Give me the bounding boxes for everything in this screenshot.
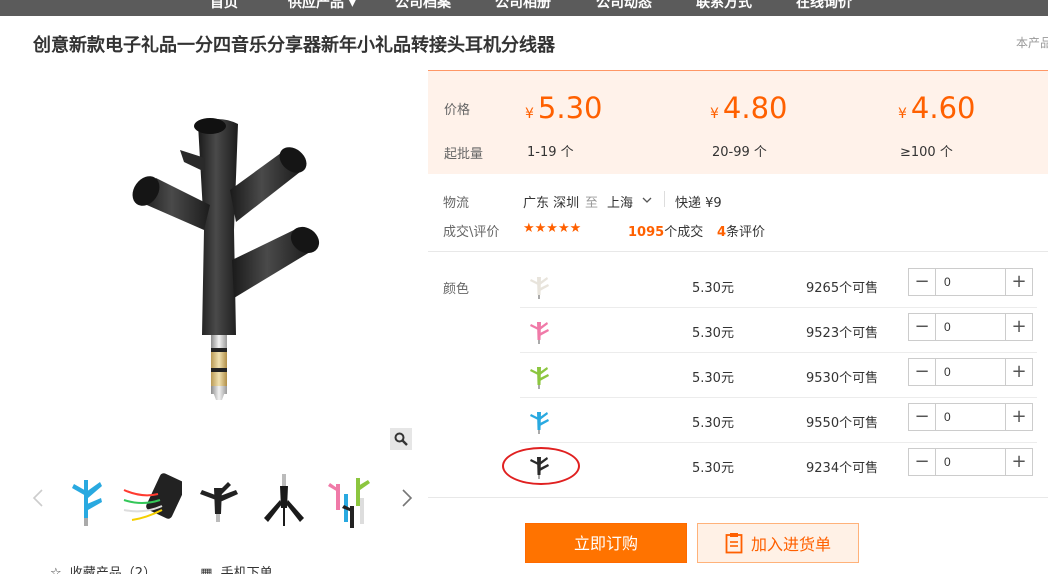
shipping-fee: 快递 ¥9 [675,196,722,211]
price-label: 价格 [444,103,471,118]
nav-item-company-profile[interactable]: 公司档案 [395,0,451,12]
star-outline-icon[interactable]: ☆ [50,566,62,574]
quantity-stepper: −+ [908,448,1033,476]
thumbnail-4[interactable] [254,470,314,530]
thumbnail-strip [28,470,423,530]
rating-stars: ★★★★★ [523,221,582,236]
increment-button[interactable]: + [1005,404,1032,430]
add-to-cart-label: 加入进货单 [750,535,831,554]
decrement-button[interactable]: − [909,359,936,385]
price-tier-2: ¥4.80 [710,91,788,125]
decrement-button[interactable]: − [909,269,936,295]
thumbnail-3[interactable] [188,470,248,530]
deals-count[interactable]: 1095个成交 [628,221,703,240]
sku-row-green: 5.30元9530个可售−+ [520,353,1037,398]
magnifier-icon [394,432,408,446]
sku-row-white: 5.30元9265个可售−+ [520,263,1037,308]
sku-price: 5.30元 [692,371,734,386]
nav-item-products[interactable]: 供应产品 ▾ [288,0,356,12]
highlight-circle-annotation [502,447,580,485]
increment-button[interactable]: + [1005,359,1032,385]
sku-stock: 9523个可售 [806,326,879,341]
quantity-input[interactable] [937,404,1005,430]
add-to-cart-button[interactable]: 加入进货单 [697,523,859,563]
product-main-image[interactable] [110,110,330,410]
batch-tier-2: 20-99 个 [712,145,767,160]
quantity-input[interactable] [937,269,1005,295]
decrement-button[interactable]: − [909,449,936,475]
sku-stock: 9530个可售 [806,371,879,386]
chevron-left-icon[interactable] [32,488,44,508]
batch-tier-3: ≥100 个 [900,145,953,160]
quantity-input[interactable] [937,449,1005,475]
increment-button[interactable]: + [1005,314,1032,340]
quantity-stepper: −+ [908,313,1033,341]
logistics-label: 物流 [443,196,470,211]
decrement-button[interactable]: − [909,404,936,430]
quantity-stepper: −+ [908,403,1033,431]
logistics-to: 至 [585,196,599,211]
quantity-input[interactable] [937,314,1005,340]
thumbnail-2[interactable] [122,470,186,530]
sku-price: 5.30元 [692,416,734,431]
nav-item-company-album[interactable]: 公司相册 [495,0,551,12]
nav-item-inquiry[interactable]: 在线询价 [796,0,852,12]
divider [428,497,1048,498]
clipboard-icon [725,533,743,554]
sku-price: 5.30元 [692,461,734,476]
chevron-right-icon[interactable] [401,488,413,508]
splitter-thumbnail-icon[interactable] [524,361,554,391]
sku-price: 5.30元 [692,326,734,341]
reviews-count[interactable]: 4条评价 [717,221,765,240]
color-label: 颜色 [443,282,470,297]
sku-row-pink: 5.30元9523个可售−+ [520,308,1037,353]
nav-item-home[interactable]: 首页 [210,0,238,12]
sku-row-black: 5.30元9234个可售−+ [520,443,1037,488]
splitter-thumbnail-icon[interactable] [524,316,554,346]
increment-button[interactable]: + [1005,269,1032,295]
quantity-stepper: −+ [908,268,1033,296]
splitter-thumbnail-icon[interactable] [524,406,554,436]
zoom-button[interactable] [390,428,412,450]
chevron-down-icon[interactable] [642,196,652,204]
batch-tier-1: 1-19 个 [527,145,574,160]
quantity-input[interactable] [937,359,1005,385]
sku-row-blue: 5.30元9550个可售−+ [520,398,1037,443]
divider [664,191,665,207]
price-panel: 价格 起批量 ¥5.30 1-19 个 ¥4.80 20-99 个 ¥4.60 … [428,70,1048,174]
increment-button[interactable]: + [1005,449,1032,475]
sku-price: 5.30元 [692,281,734,296]
report-link[interactable]: 本产品 [1016,34,1048,51]
product-title: 创意新款电子礼品一分四音乐分享器新年小礼品转接头耳机分线器 [33,35,555,56]
deals-label: 成交\评价 [443,225,500,240]
thumbnail-5[interactable] [320,470,380,530]
nav-item-contact[interactable]: 联系方式 [696,0,752,12]
nav-item-company-news[interactable]: 公司动态 [596,0,652,12]
decrement-button[interactable]: − [909,314,936,340]
destination-select[interactable]: 上海 [607,192,633,211]
order-now-button[interactable]: 立即订购 [525,523,687,563]
mobile-order-link[interactable]: 手机下单 [221,566,273,574]
sku-stock: 9550个可售 [806,416,879,431]
favorite-row: ☆ 收藏产品（2） ▦ 手机下单 [50,562,277,574]
thumbnail-1[interactable] [56,470,116,530]
logistics-origin: 广东 深圳 [523,196,580,211]
sku-stock: 9234个可售 [806,461,879,476]
quantity-stepper: −+ [908,358,1033,386]
top-nav: 首页 供应产品 ▾ 公司档案 公司相册 公司动态 联系方式 在线询价 [0,0,1048,16]
divider [428,251,1048,252]
favorite-product-link[interactable]: 收藏产品（2） [70,566,156,574]
splitter-thumbnail-icon[interactable] [524,271,554,301]
price-tier-3: ¥4.60 [898,91,976,125]
qr-code-icon[interactable]: ▦ [200,566,212,574]
sku-stock: 9265个可售 [806,281,879,296]
batch-label: 起批量 [444,147,484,162]
price-tier-1: ¥5.30 [525,91,603,125]
